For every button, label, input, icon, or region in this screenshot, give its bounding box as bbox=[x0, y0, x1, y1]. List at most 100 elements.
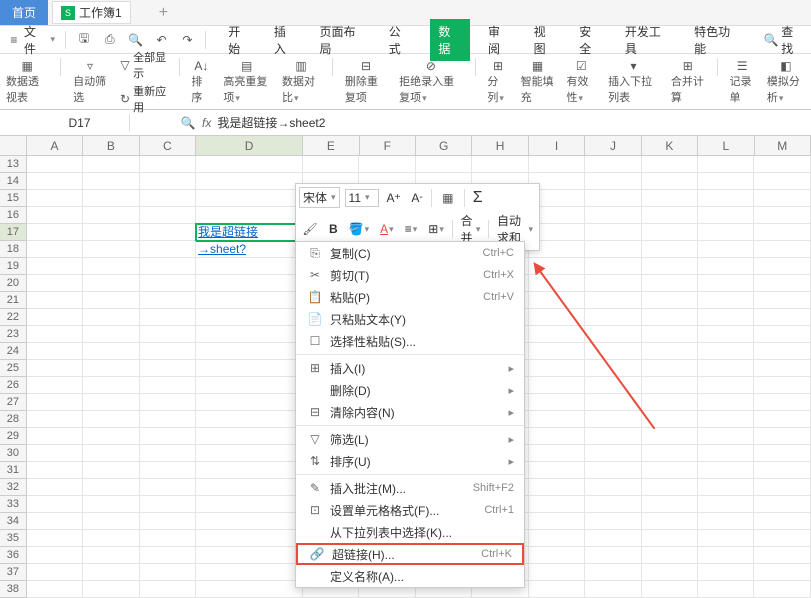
cell-K18[interactable] bbox=[642, 241, 698, 258]
cell-B32[interactable] bbox=[83, 479, 139, 496]
cell-J15[interactable] bbox=[585, 190, 641, 207]
cell-M30[interactable] bbox=[754, 445, 810, 462]
cell-D21[interactable] bbox=[196, 292, 303, 309]
cell-J31[interactable] bbox=[585, 462, 641, 479]
cell-K38[interactable] bbox=[642, 581, 698, 598]
row-header-37[interactable]: 37 bbox=[0, 564, 27, 581]
cell-M17[interactable] bbox=[754, 224, 810, 241]
cell-L32[interactable] bbox=[698, 479, 754, 496]
font-size-select[interactable]: 11▾ bbox=[345, 189, 379, 207]
document-tab[interactable]: S 工作簿1 bbox=[52, 1, 131, 24]
cell-L21[interactable] bbox=[698, 292, 754, 309]
row-header-19[interactable]: 19 bbox=[0, 258, 27, 275]
row-header-16[interactable]: 16 bbox=[0, 207, 27, 224]
cell-M33[interactable] bbox=[754, 496, 810, 513]
select-all-corner[interactable] bbox=[0, 136, 27, 156]
cell-K23[interactable] bbox=[642, 326, 698, 343]
shrink-font-button[interactable]: A- bbox=[408, 190, 425, 206]
cell-C37[interactable] bbox=[140, 564, 196, 581]
cell-J17[interactable] bbox=[585, 224, 641, 241]
cell-M24[interactable] bbox=[754, 343, 810, 360]
cell-J32[interactable] bbox=[585, 479, 641, 496]
cell-M13[interactable] bbox=[754, 156, 810, 173]
cell-L30[interactable] bbox=[698, 445, 754, 462]
formula-bar[interactable]: 我是超链接→sheet2 bbox=[217, 114, 325, 131]
cell-C23[interactable] bbox=[140, 326, 196, 343]
cell-D13[interactable] bbox=[196, 156, 303, 173]
cell-I36[interactable] bbox=[529, 547, 585, 564]
cell-C32[interactable] bbox=[140, 479, 196, 496]
cell-K13[interactable] bbox=[642, 156, 698, 173]
cell-C14[interactable] bbox=[140, 173, 196, 190]
reject-dup-button[interactable]: ⊘拒绝录入重复项▾ bbox=[399, 58, 463, 105]
cell-L23[interactable] bbox=[698, 326, 754, 343]
row-header-34[interactable]: 34 bbox=[0, 513, 27, 530]
cell-C36[interactable] bbox=[140, 547, 196, 564]
cell-E13[interactable] bbox=[303, 156, 359, 173]
cell-I32[interactable] bbox=[529, 479, 585, 496]
cell-L22[interactable] bbox=[698, 309, 754, 326]
cell-A32[interactable] bbox=[27, 479, 83, 496]
cell-J20[interactable] bbox=[585, 275, 641, 292]
col-header-K[interactable]: K bbox=[642, 136, 698, 156]
cell-C35[interactable] bbox=[140, 530, 196, 547]
row-header-29[interactable]: 29 bbox=[0, 428, 27, 445]
cell-M34[interactable] bbox=[754, 513, 810, 530]
cell-K17[interactable] bbox=[642, 224, 698, 241]
split-button[interactable]: ⊞分列▾ bbox=[487, 58, 508, 105]
cell-M37[interactable] bbox=[754, 564, 810, 581]
cell-A14[interactable] bbox=[27, 173, 83, 190]
format-painter-button[interactable]: 🖌 bbox=[299, 220, 321, 238]
row-header-30[interactable]: 30 bbox=[0, 445, 27, 462]
cell-B14[interactable] bbox=[83, 173, 139, 190]
cell-D26[interactable] bbox=[196, 377, 303, 394]
cell-C30[interactable] bbox=[140, 445, 196, 462]
cell-A33[interactable] bbox=[27, 496, 83, 513]
row-header-15[interactable]: 15 bbox=[0, 190, 27, 207]
menu-tab-8[interactable]: 开发工具 bbox=[621, 21, 676, 59]
cell-I33[interactable] bbox=[529, 496, 585, 513]
cell-D27[interactable] bbox=[196, 394, 303, 411]
context-menu-item-3[interactable]: 📄只粘贴文本(Y) bbox=[296, 308, 524, 330]
cell-L28[interactable] bbox=[698, 411, 754, 428]
pivot-button[interactable]: ▦数据透视表 bbox=[6, 58, 48, 105]
menu-tab-9[interactable]: 特色功能 bbox=[690, 21, 745, 59]
font-color-button[interactable]: A▾ bbox=[377, 221, 397, 237]
row-header-28[interactable]: 28 bbox=[0, 411, 27, 428]
cell-L14[interactable] bbox=[698, 173, 754, 190]
cell-M14[interactable] bbox=[754, 173, 810, 190]
merge-button[interactable]: ▦ bbox=[437, 189, 459, 207]
cell-D32[interactable] bbox=[196, 479, 303, 496]
cell-M26[interactable] bbox=[754, 377, 810, 394]
cell-D38[interactable] bbox=[196, 581, 303, 598]
cell-B33[interactable] bbox=[83, 496, 139, 513]
save-icon[interactable]: 🖫 bbox=[76, 32, 92, 48]
cell-D34[interactable] bbox=[196, 513, 303, 530]
context-menu-item-17[interactable]: 定义名称(A)... bbox=[296, 565, 524, 587]
cell-L27[interactable] bbox=[698, 394, 754, 411]
recordset-button[interactable]: ☰记录单 bbox=[729, 58, 754, 105]
row-header-31[interactable]: 31 bbox=[0, 462, 27, 479]
cell-B16[interactable] bbox=[83, 207, 139, 224]
cell-K20[interactable] bbox=[642, 275, 698, 292]
cell-K35[interactable] bbox=[642, 530, 698, 547]
cell-L17[interactable] bbox=[698, 224, 754, 241]
menu-tab-6[interactable]: 视图 bbox=[530, 21, 562, 59]
cell-D25[interactable] bbox=[196, 360, 303, 377]
cell-C16[interactable] bbox=[140, 207, 196, 224]
cell-B13[interactable] bbox=[83, 156, 139, 173]
row-header-26[interactable]: 26 bbox=[0, 377, 27, 394]
cell-M27[interactable] bbox=[754, 394, 810, 411]
smartfill-button[interactable]: ▦智能填充 bbox=[521, 58, 555, 105]
cell-K21[interactable] bbox=[642, 292, 698, 309]
cell-C27[interactable] bbox=[140, 394, 196, 411]
context-menu-item-8[interactable]: ⊟清除内容(N)▸ bbox=[296, 401, 524, 423]
cell-M21[interactable] bbox=[754, 292, 810, 309]
cell-L34[interactable] bbox=[698, 513, 754, 530]
data-compare-button[interactable]: ▥数据对比▾ bbox=[282, 58, 320, 105]
cell-C22[interactable] bbox=[140, 309, 196, 326]
cell-K16[interactable] bbox=[642, 207, 698, 224]
cell-J13[interactable] bbox=[585, 156, 641, 173]
cell-I20[interactable] bbox=[529, 275, 585, 292]
cell-A19[interactable] bbox=[27, 258, 83, 275]
